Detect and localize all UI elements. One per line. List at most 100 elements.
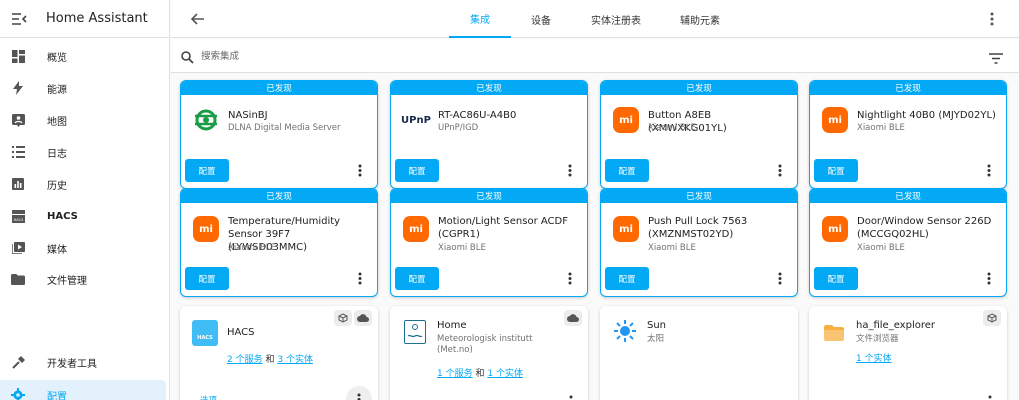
tab-entities[interactable]: 实体注册表 xyxy=(581,0,651,38)
more-vertical-icon[interactable] xyxy=(355,163,365,177)
sidebar-item-label: HACS xyxy=(47,210,78,222)
configure-button[interactable]: 配置 xyxy=(605,159,649,182)
sidebar-item-label: 配置 xyxy=(47,391,67,400)
folder-icon xyxy=(11,272,25,286)
card-title: Motion/Light Sensor ACDF (CGPR1) xyxy=(438,216,568,240)
card-subtitle: Xiaomi BLE xyxy=(438,243,486,253)
sidebar-header: Home Assistant xyxy=(0,0,169,38)
sidebar-item-label: 日志 xyxy=(47,148,67,160)
discovered-card: 已发现 mi Temperature/Humidity Sensor 39F7 … xyxy=(180,188,378,297)
card-title: RT-AC86U-A4B0 xyxy=(438,110,517,121)
entities-link[interactable]: 1 个实体 xyxy=(856,354,892,364)
menu-collapse-icon[interactable] xyxy=(10,10,28,28)
lightning-icon xyxy=(11,81,25,95)
more-vertical-icon[interactable] xyxy=(984,271,994,285)
more-vertical-icon[interactable] xyxy=(355,271,365,285)
dlna-icon xyxy=(193,107,219,133)
tab-helpers[interactable]: 辅助元素 xyxy=(666,0,734,38)
discovered-banner: 已发现 xyxy=(810,189,1006,203)
svg-text:HACS: HACS xyxy=(13,218,23,222)
sidebar-item-map[interactable]: 地图 xyxy=(0,105,170,135)
map-icon xyxy=(11,113,25,127)
discovered-banner: 已发现 xyxy=(391,81,587,95)
sidebar-item-developer-tools[interactable]: 开发者工具 xyxy=(0,347,170,377)
card-subtitle: Xiaomi BLE xyxy=(857,123,905,133)
services-link[interactable]: 2 个服务 xyxy=(227,355,263,365)
card-subtitle: 文件浏览器 xyxy=(856,334,899,344)
sidebar-item-hacs[interactable]: HACS HACS xyxy=(0,201,170,231)
sidebar-item-configuration[interactable]: 配置 xyxy=(0,380,166,400)
dashboard-icon xyxy=(11,49,25,63)
card-title: Door/Window Sensor 226D (MCCGQ02HL) xyxy=(857,216,992,240)
sun-icon xyxy=(612,318,638,344)
integration-card: ha_file_explorer 文件浏览器 1 个实体 xyxy=(809,306,1007,400)
sidebar-item-file-manager[interactable]: 文件管理 xyxy=(0,264,170,294)
configure-button[interactable]: 配置 xyxy=(185,159,229,182)
discovered-card: 已发现 mi Button A8EB (XMWXKG01YL) Xiaomi B… xyxy=(600,80,798,189)
hacs-icon: HACS xyxy=(192,320,218,346)
sidebar-item-label: 开发者工具 xyxy=(47,358,97,370)
more-vertical-icon[interactable] xyxy=(565,163,575,177)
sidebar-item-logbook[interactable]: 日志 xyxy=(0,137,170,167)
sidebar-item-label: 文件管理 xyxy=(47,275,87,287)
discovered-card: 已发现 mi Nightlight 40B0 (MJYD02YL) Xiaomi… xyxy=(809,80,1007,189)
back-arrow-icon[interactable] xyxy=(189,10,207,28)
discovered-card: 已发现 mi Push Pull Lock 7563 (XMZNMST02YD)… xyxy=(600,188,798,297)
xiaomi-icon: mi xyxy=(822,216,848,242)
tab-integrations[interactable]: 集成 xyxy=(449,0,511,38)
search-icon xyxy=(181,49,195,64)
more-vertical-icon[interactable] xyxy=(983,10,1001,28)
card-subtitle: 太阳 xyxy=(647,334,665,344)
discovered-banner: 已发现 xyxy=(810,81,1006,95)
chart-icon xyxy=(11,177,25,191)
more-vertical-icon[interactable] xyxy=(775,163,785,177)
xiaomi-icon: mi xyxy=(822,107,848,133)
sidebar-item-overview[interactable]: 概览 xyxy=(0,41,170,71)
integration-card: HACS HACS 2 个服务 和 3 个实体 选项 xyxy=(180,306,378,400)
card-subtitle: Meteorologisk institutt (Met.no) xyxy=(437,334,533,355)
options-link[interactable]: 选项 xyxy=(200,394,217,400)
entities-link[interactable]: 1 个实体 xyxy=(487,369,523,379)
card-links: 1 个服务 和 1 个实体 xyxy=(437,369,523,379)
sidebar-item-label: 概览 xyxy=(47,52,67,64)
sidebar-item-media[interactable]: 媒体 xyxy=(0,233,170,263)
configure-button[interactable]: 配置 xyxy=(814,159,858,182)
more-vertical-icon[interactable] xyxy=(346,386,372,400)
services-link[interactable]: 1 个服务 xyxy=(437,369,473,379)
card-links: 2 个服务 和 3 个实体 xyxy=(227,355,313,365)
sidebar-item-label: 地图 xyxy=(47,116,67,128)
configure-button[interactable]: 配置 xyxy=(814,267,858,290)
discovered-banner: 已发现 xyxy=(391,189,587,203)
more-vertical-icon[interactable] xyxy=(775,271,785,285)
folder-icon xyxy=(821,320,847,346)
card-title: Sun xyxy=(647,320,667,331)
cloud-icon xyxy=(354,310,372,326)
more-vertical-icon[interactable] xyxy=(985,394,995,400)
discovered-card: 已发现 mi Motion/Light Sensor ACDF (CGPR1) … xyxy=(390,188,588,297)
card-title: Push Pull Lock 7563 (XMZNMST02YD) xyxy=(648,216,748,240)
discovered-card: 已发现 NASinBJ DLNA Digital Media Server 配置 xyxy=(180,80,378,189)
upnp-icon: UPnP xyxy=(401,114,431,126)
entities-link[interactable]: 3 个实体 xyxy=(277,355,313,365)
filter-icon[interactable] xyxy=(989,49,1005,64)
configure-button[interactable]: 配置 xyxy=(395,267,439,290)
search-input[interactable] xyxy=(201,47,501,65)
card-subtitle: Xiaomi BLE xyxy=(648,243,696,253)
configure-button[interactable]: 配置 xyxy=(605,267,649,290)
more-vertical-icon[interactable] xyxy=(565,271,575,285)
more-vertical-icon[interactable] xyxy=(566,394,576,400)
hacs-icon: HACS xyxy=(11,209,25,223)
more-vertical-icon[interactable] xyxy=(984,163,994,177)
sidebar-item-history[interactable]: 历史 xyxy=(0,169,170,199)
cube-icon xyxy=(334,310,352,326)
tab-devices[interactable]: 设备 xyxy=(511,0,571,38)
configure-button[interactable]: 配置 xyxy=(185,267,229,290)
met-icon xyxy=(404,320,426,344)
card-subtitle: Xiaomi BLE xyxy=(857,243,905,253)
configure-button[interactable]: 配置 xyxy=(395,159,439,182)
app-title: Home Assistant xyxy=(46,11,148,26)
xiaomi-icon: mi xyxy=(613,107,639,133)
sidebar-item-energy[interactable]: 能源 xyxy=(0,73,170,103)
discovered-banner: 已发现 xyxy=(601,189,797,203)
discovered-card: 已发现 UPnP RT-AC86U-A4B0 UPnP/IGD 配置 xyxy=(390,80,588,189)
